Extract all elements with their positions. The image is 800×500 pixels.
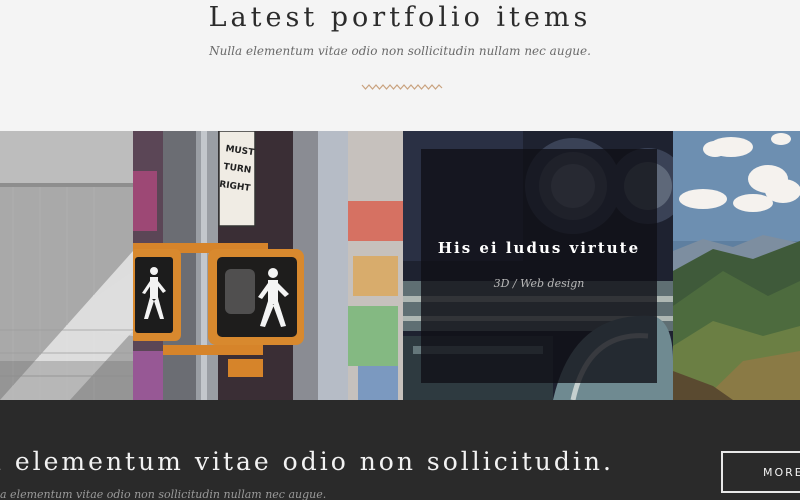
section-subtitle: Nulla elementum vitae odio non sollicitu…	[209, 44, 591, 58]
portfolio-item-street[interactable]: MUST TURN RIGHT	[133, 131, 403, 400]
cta-heading: a elementum vitae odio non sollicitudin.	[0, 447, 614, 476]
portfolio-item-overlay[interactable]: His ei ludus virtute 3D / Web design	[421, 149, 657, 383]
portfolio-header: Latest portfolio items Nulla elementum v…	[0, 0, 800, 131]
cta-subtext: a elementum vitae odio non sollicitudin …	[0, 488, 327, 500]
pedestrian-signal-photo: MUST TURN RIGHT	[133, 131, 403, 400]
portfolio-item-categories: 3D / Web design	[493, 277, 585, 290]
cta-band: a elementum vitae odio non sollicitudin.…	[0, 400, 800, 500]
portfolio-gallery: MUST TURN RIGHT His ei ludus virtute 3D …	[0, 131, 800, 400]
architecture-photo	[0, 131, 133, 400]
portfolio-item-architecture[interactable]	[0, 131, 133, 400]
portfolio-item-landscape[interactable]	[673, 131, 800, 400]
more-button[interactable]: MORE	[721, 451, 800, 493]
portfolio-item-title[interactable]: His ei ludus virtute	[421, 239, 657, 257]
zigzag-divider-icon	[361, 84, 443, 90]
section-title: Latest portfolio items	[208, 2, 592, 33]
mountain-landscape-photo	[673, 131, 800, 400]
portfolio-item-featured[interactable]: His ei ludus virtute 3D / Web design	[403, 131, 673, 400]
